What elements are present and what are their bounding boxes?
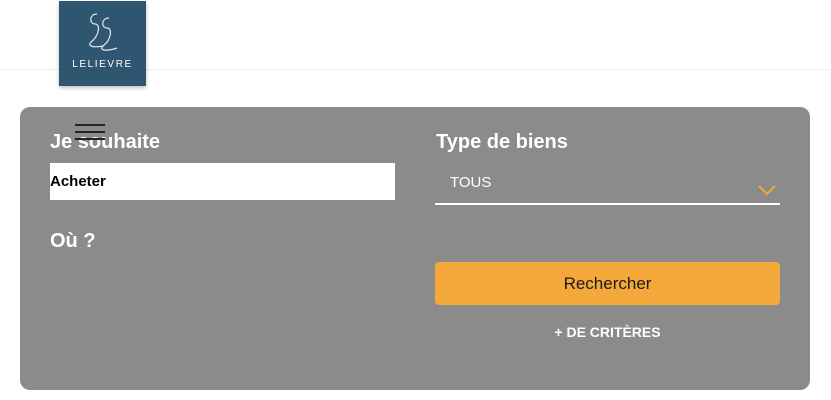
location-label: Où ? — [50, 230, 96, 252]
monogram-icon — [89, 13, 118, 51]
souhaite-label: Je souhaite — [50, 131, 161, 153]
search-panel: Je souhaite Acheter Type de biens TOUS O… — [20, 107, 810, 390]
type-select-value: TOUS — [450, 174, 492, 191]
search-button[interactable]: Rechercher — [435, 262, 780, 305]
chevron-down-icon — [758, 185, 776, 196]
type-label: Type de biens — [436, 131, 568, 153]
more-criteria-link[interactable]: + DE CRITÈRES — [435, 324, 780, 340]
hamburger-menu-icon[interactable] — [75, 124, 105, 140]
souhaite-input[interactable]: Acheter — [50, 163, 395, 200]
type-select[interactable]: TOUS — [435, 169, 780, 205]
brand-logo[interactable]: LELIEVRE — [59, 1, 146, 86]
brand-name: LELIEVRE — [72, 59, 133, 70]
